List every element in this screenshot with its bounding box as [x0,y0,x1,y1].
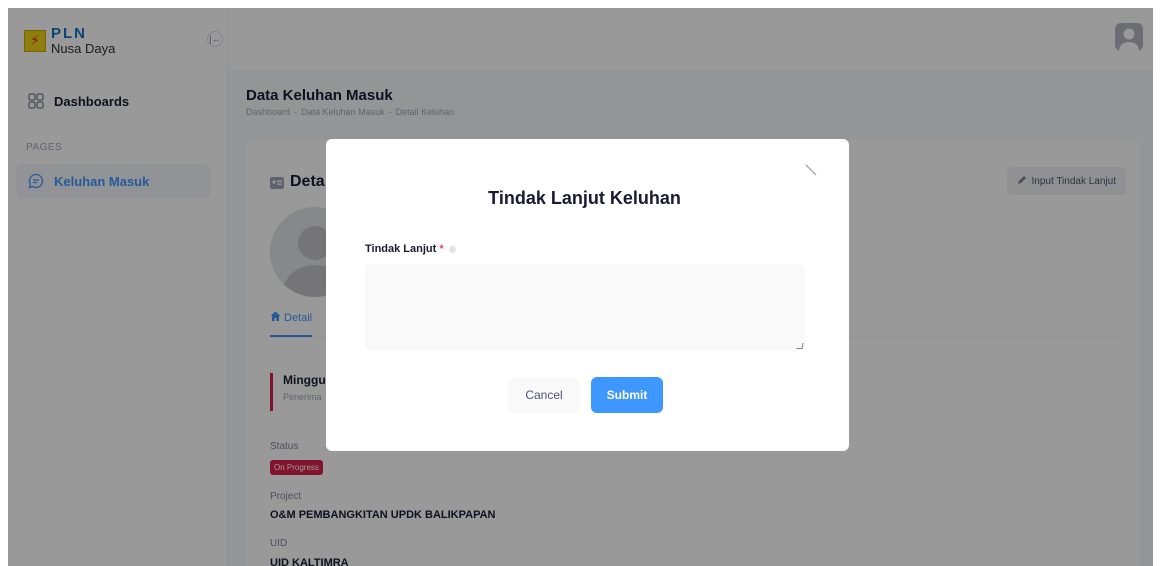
resize-handle-icon[interactable] [796,343,804,349]
modal-title: Tindak Lanjut Keluhan [488,188,681,208]
cancel-button[interactable]: Cancel [508,377,580,413]
tindak-lanjut-modal: Tindak Lanjut Keluhan Tindak Lanjut * Ca… [326,139,849,451]
field-label-text: Tindak Lanjut [365,243,437,255]
tindak-lanjut-label: Tindak Lanjut * [365,243,456,255]
close-icon[interactable] [804,163,818,177]
submit-button[interactable]: Submit [591,377,663,413]
required-mark: * [439,243,444,255]
tindak-lanjut-textarea[interactable] [365,264,805,351]
info-icon[interactable] [448,245,456,253]
